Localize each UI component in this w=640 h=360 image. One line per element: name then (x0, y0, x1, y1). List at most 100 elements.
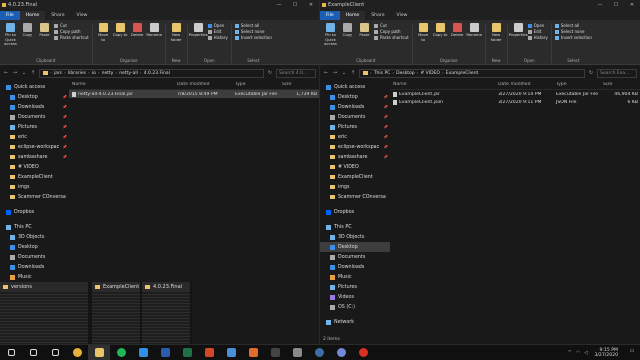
nav-item[interactable]: Scammer COnversa (320, 192, 390, 202)
breadcrumb-item[interactable]: This PC (374, 71, 390, 76)
tab-home[interactable]: Home (19, 11, 46, 20)
refresh-icon[interactable]: ↻ (588, 70, 594, 76)
chevron-down-icon[interactable]: ⌄ (21, 70, 27, 76)
close-icon[interactable]: ✕ (303, 0, 319, 10)
explorer-taskbar-button[interactable] (88, 344, 110, 360)
chrome-taskbar-button[interactable] (66, 345, 88, 360)
volume-icon[interactable]: ◁ (584, 350, 588, 356)
select-all-button[interactable]: Select all (554, 23, 592, 28)
close-icon[interactable]: ✕ (624, 0, 640, 10)
chevron-down-icon[interactable]: ⌄ (341, 70, 347, 76)
excel-taskbar-button[interactable] (176, 345, 198, 360)
up-icon[interactable]: ↑ (350, 70, 356, 76)
column-header-type[interactable]: Type (232, 82, 279, 87)
nav-item[interactable]: Documents 📌 (0, 112, 69, 122)
breadcrumb-item[interactable]: ExampleClient (446, 71, 479, 76)
maximize-icon[interactable]: ☐ (608, 0, 624, 10)
nav-item[interactable]: Network (320, 317, 390, 327)
tab-share[interactable]: Share (365, 11, 390, 20)
breadcrumb-item[interactable]: # VIDEO (420, 71, 439, 76)
address-bar[interactable]: › This PC › Desktop › # VIDEO › ExampleClient (359, 68, 585, 78)
nav-item[interactable]: Music (320, 272, 390, 282)
search-input[interactable]: Search 4.0... (276, 68, 316, 78)
maximize-icon[interactable]: ☐ (287, 0, 303, 10)
nav-item[interactable]: Desktop (0, 242, 69, 252)
nav-item[interactable]: Desktop 📌 (0, 92, 69, 102)
pin-button[interactable]: Pin to Quick access (323, 23, 338, 47)
nav-item[interactable]: This PC (0, 222, 69, 232)
nav-item[interactable]: Documents (320, 252, 390, 262)
invert-selection-button[interactable]: Invert selection (234, 35, 272, 40)
copy-to-button[interactable]: Copy to (113, 23, 128, 38)
copy-to-button[interactable]: Copy to (433, 23, 448, 38)
clock[interactable]: 9:15 PM 3/27/2020 (594, 345, 618, 360)
select-all-button[interactable]: Select all (234, 23, 272, 28)
nav-item[interactable]: Videos (320, 292, 390, 302)
nav-item[interactable]: eclipse-workspac 📌 (320, 142, 390, 152)
nav-item[interactable]: Pictures (320, 282, 390, 292)
tab-view[interactable]: View (71, 11, 94, 20)
tab-file[interactable]: File (0, 11, 20, 20)
nav-item[interactable]: This PC (320, 222, 390, 232)
nav-item[interactable]: 3D Objects (0, 232, 69, 242)
paste-button[interactable]: Paste (357, 23, 372, 38)
powerpoint-taskbar-button[interactable] (198, 345, 220, 360)
forward-icon[interactable]: → (12, 70, 18, 76)
minimize-icon[interactable]: — (271, 0, 287, 10)
move-to-button[interactable]: Move to (416, 23, 431, 42)
column-header-date-modified[interactable]: Date modified (495, 82, 553, 87)
system-tray[interactable]: ^ ◠ ◁ (568, 350, 588, 356)
tab-home[interactable]: Home (339, 11, 366, 20)
file-row[interactable]: ExampleClient.jar 3/27/2020 9:14 PM Execut… (390, 90, 640, 98)
up-icon[interactable]: ↑ (30, 70, 36, 76)
column-header-date-modified[interactable]: Date modified (174, 82, 232, 87)
nav-item[interactable]: Quick access (0, 82, 69, 92)
nav-item[interactable]: imgs (0, 182, 69, 192)
column-header-name[interactable]: Name (390, 82, 495, 87)
spotify-taskbar-button[interactable] (110, 345, 132, 360)
nav-item[interactable]: eric 📌 (0, 132, 69, 142)
paste-shortcut-button[interactable]: Paste shortcut (54, 35, 89, 40)
forward-icon[interactable]: → (332, 70, 338, 76)
nav-item[interactable]: ExampleClient (320, 172, 390, 182)
word-taskbar-button[interactable] (154, 345, 176, 360)
open-button[interactable]: Open (527, 23, 548, 28)
tab-share[interactable]: Share (45, 11, 70, 20)
new-folder-button[interactable]: New folder (169, 23, 184, 42)
obs-taskbar-button[interactable] (264, 345, 286, 360)
nav-item[interactable]: Dropbox (0, 207, 69, 217)
nav-item[interactable]: # VIDEO (0, 162, 69, 172)
select-none-button[interactable]: Select none (554, 29, 592, 34)
taskbar-thumbnail[interactable]: ExampleClient (92, 282, 140, 344)
paste-shortcut-button[interactable]: Paste shortcut (374, 35, 409, 40)
address-bar[interactable]: › jars › libraries › io › netty › netty-all › 4.0.2… (39, 68, 264, 78)
column-header-size[interactable]: Size (600, 82, 640, 87)
java-taskbar-button[interactable] (242, 345, 264, 360)
nav-item[interactable]: imgs (320, 182, 390, 192)
move-to-button[interactable]: Move to (96, 23, 111, 42)
nav-item[interactable]: Documents (0, 252, 69, 262)
invert-selection-button[interactable]: Invert selection (554, 35, 592, 40)
breadcrumb-item[interactable]: Desktop (396, 71, 415, 76)
chevron-up-icon[interactable]: ^ (568, 350, 572, 356)
tab-file[interactable]: File (320, 11, 340, 20)
photos-taskbar-button[interactable] (220, 345, 242, 360)
copy-button[interactable]: Copy (340, 23, 355, 38)
app-taskbar-button[interactable] (286, 345, 308, 360)
minimize-icon[interactable]: — (592, 0, 608, 10)
nav-item[interactable]: eclipse-workspac 📌 (0, 142, 69, 152)
breadcrumb-item[interactable]: io (92, 71, 96, 76)
file-row[interactable]: ExampleClient.json 3/27/2020 9:11 PM JSON … (390, 98, 640, 106)
taskbar-thumbnail[interactable]: versions (0, 282, 88, 344)
file-row[interactable]: netty-all-4.0.23.Final.jar 7/8/2015 8:49 … (69, 90, 319, 98)
nav-item[interactable]: 3D Objects (320, 232, 390, 242)
new-folder-button[interactable]: New folder (489, 23, 504, 42)
nav-item[interactable]: # VIDEO (320, 162, 390, 172)
nav-item[interactable]: Quick access (320, 82, 390, 92)
rename-button[interactable]: Rename (466, 23, 482, 38)
nav-item[interactable]: Dropbox (320, 207, 390, 217)
properties-button[interactable]: Properties (509, 23, 528, 38)
vscode-taskbar-button[interactable] (132, 345, 154, 360)
delete-button[interactable]: Delete (450, 23, 465, 38)
cut-button[interactable]: Cut (374, 23, 409, 28)
